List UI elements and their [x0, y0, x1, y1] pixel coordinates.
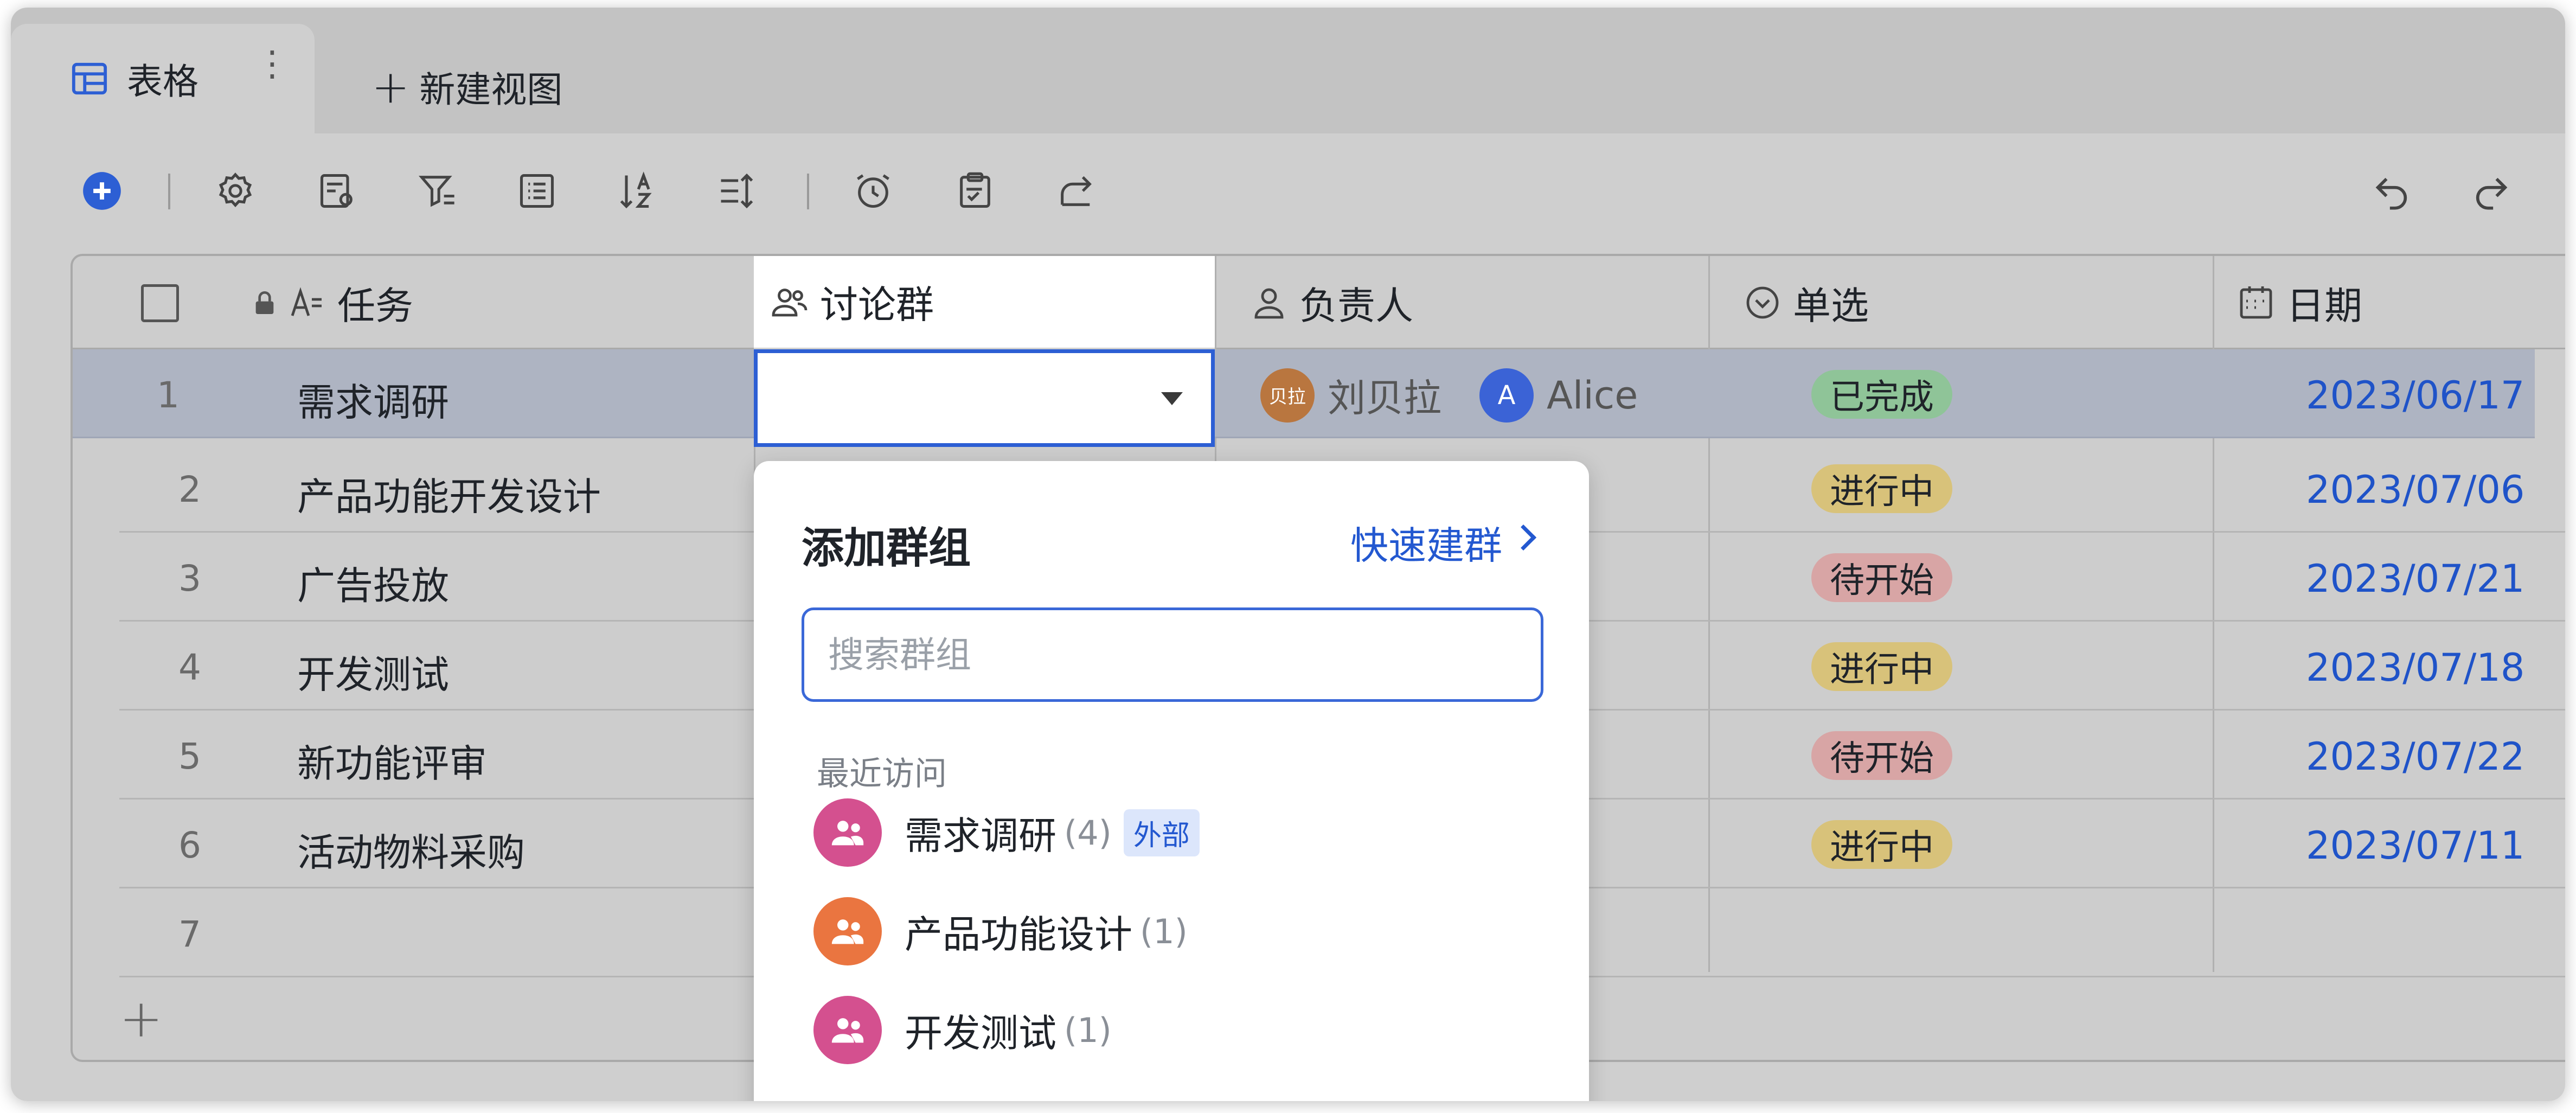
column-header-owner[interactable]: 负责人 [1249, 256, 1413, 349]
status-badge[interactable]: 进行中 [1811, 820, 1952, 869]
add-row-button[interactable]: + [119, 988, 163, 1049]
date-cell[interactable]: 2023/07/18 [2306, 645, 2524, 690]
new-view-button[interactable]: + 新建视图 [371, 61, 562, 113]
toolbar [11, 133, 2565, 247]
group-cell-editor[interactable] [754, 349, 1215, 447]
plus-icon: + [371, 60, 410, 113]
group-member-count: (1) [1140, 911, 1188, 951]
group-name: 开发测试 [905, 1010, 1056, 1056]
search-group-input[interactable] [802, 607, 1543, 702]
row-number: 4 [178, 647, 201, 688]
status-badge[interactable]: 进行中 [1811, 464, 1952, 513]
list-icon[interactable] [515, 169, 559, 213]
share-icon[interactable] [1054, 169, 1098, 213]
group-avatar-icon [813, 996, 882, 1064]
status-badge[interactable]: 待开始 [1811, 553, 1952, 602]
group-avatar-icon [813, 798, 882, 867]
row-number: 2 [178, 469, 201, 510]
status-badge[interactable]: 已完成 [1811, 370, 1952, 419]
undo-icon[interactable] [2370, 169, 2413, 213]
group-people-icon [772, 288, 808, 316]
table-header: 任务 负责人 单选 日期 [73, 256, 2565, 349]
group-member-count: (4) [1064, 813, 1112, 853]
column-label: 日期 [2286, 283, 2362, 328]
owner-name: 刘贝拉 [1328, 376, 1441, 420]
row-number: 6 [178, 824, 201, 866]
date-cell[interactable]: 2023/07/21 [2306, 556, 2524, 601]
task-cell[interactable]: 活动物料采购 [297, 822, 525, 877]
table-row[interactable]: 1 需求调研 贝拉 刘贝拉 A Alice 已完成 2023/06/17 [73, 349, 2535, 438]
clipboard-icon[interactable] [953, 169, 997, 213]
sort-icon[interactable] [615, 169, 658, 213]
tab-label: 表格 [127, 61, 198, 103]
settings-icon[interactable] [214, 169, 257, 213]
text-field-icon [291, 287, 322, 316]
quick-create-group-link[interactable]: 快速建群 [1350, 515, 1502, 570]
person-icon [1254, 288, 1284, 319]
recent-section-label: 最近访问 [817, 755, 947, 793]
dropdown-caret-icon[interactable] [1161, 392, 1183, 405]
row-number: 7 [178, 913, 201, 955]
table-icon [72, 62, 107, 95]
owner-name: Alice [1547, 373, 1638, 418]
row-height-icon[interactable] [715, 169, 758, 213]
column-label: 单选 [1793, 283, 1869, 328]
task-cell[interactable]: 新功能评审 [297, 733, 487, 788]
task-cell[interactable]: 开发测试 [297, 644, 449, 699]
popup-title: 添加群组 [802, 524, 971, 573]
column-header-select[interactable]: 单选 [1743, 256, 1869, 349]
row-number: 5 [178, 735, 201, 777]
date-cell[interactable]: 2023/07/06 [2306, 468, 2524, 512]
group-member-count: (1) [1064, 1010, 1112, 1050]
avatar: A [1479, 368, 1534, 423]
task-cell[interactable]: 广告投放 [297, 555, 449, 610]
column-header-task[interactable]: 任务 [249, 256, 413, 349]
column-label: 负责人 [1299, 283, 1413, 328]
group-name: 需求调研 [905, 813, 1056, 858]
view-tab-bar: 表格 ⋮ + 新建视图 [11, 8, 2565, 133]
column-label: 讨论群 [820, 283, 934, 327]
task-cell[interactable]: 需求调研 [297, 372, 449, 427]
row-number: 3 [178, 558, 201, 599]
add-group-popup: 添加群组 快速建群 最近访问 需求调研 (4) 外部 产品功能设计 (1) 开发… [754, 461, 1589, 1101]
group-name: 产品功能设计 [905, 912, 1132, 957]
new-view-label: 新建视图 [419, 69, 563, 111]
group-avatar-icon [813, 897, 882, 965]
column-header-group[interactable]: 讨论群 [754, 256, 1215, 349]
tab-more-icon[interactable]: ⋮ [255, 47, 290, 81]
app-window: 表格 ⋮ + 新建视图 任务 负责人 单选 日期 1 需求调研 贝拉 刘贝拉 A… [11, 8, 2565, 1101]
date-cell[interactable]: 2023/07/22 [2306, 734, 2524, 779]
lock-icon [255, 291, 274, 314]
form-settings-icon[interactable] [316, 169, 359, 213]
add-record-icon[interactable] [80, 169, 124, 213]
group-list-item[interactable]: 产品功能设计 (1) [813, 896, 1188, 967]
date-cell[interactable]: 2023/07/11 [2306, 823, 2524, 868]
external-tag: 外部 [1123, 809, 1200, 856]
owner-cell[interactable]: 贝拉 刘贝拉 A Alice [1260, 368, 1638, 423]
status-badge[interactable]: 进行中 [1811, 642, 1952, 691]
calendar-icon [2240, 286, 2272, 319]
alarm-icon[interactable] [851, 169, 895, 213]
single-select-icon [1746, 286, 1779, 319]
chevron-right-icon[interactable] [1510, 524, 1537, 551]
select-all-checkbox[interactable] [141, 284, 179, 322]
row-number: 1 [157, 374, 180, 416]
redo-icon[interactable] [2470, 169, 2513, 213]
column-header-date[interactable]: 日期 [2237, 256, 2362, 349]
toolbar-divider [807, 174, 809, 209]
status-badge[interactable]: 待开始 [1811, 731, 1952, 780]
toolbar-divider [168, 174, 170, 209]
column-label: 任务 [337, 283, 413, 328]
filter-icon[interactable] [415, 169, 459, 213]
group-list-item[interactable]: 需求调研 (4) 外部 [813, 797, 1200, 868]
group-list-item[interactable]: 开发测试 (1) [813, 995, 1112, 1065]
date-cell[interactable]: 2023/06/17 [2306, 373, 2524, 418]
avatar: 贝拉 [1260, 368, 1315, 423]
task-cell[interactable]: 产品功能开发设计 [297, 466, 601, 521]
